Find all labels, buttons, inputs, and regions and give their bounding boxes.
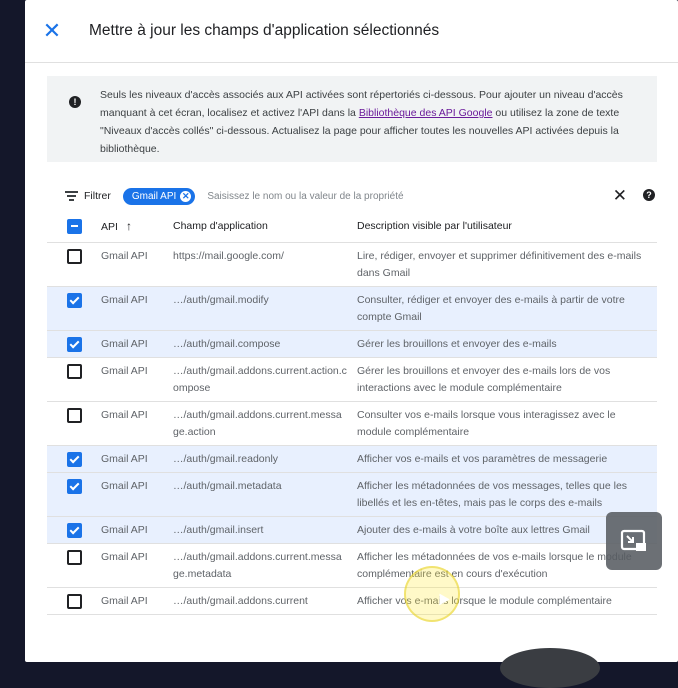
row-checkbox-cell <box>47 446 101 467</box>
column-header-api-label: API <box>101 221 118 233</box>
close-icon[interactable]: ✕ <box>39 18 65 44</box>
description-cell: Afficher vos e-mails et vos paramètres d… <box>357 453 608 465</box>
table-row[interactable]: Gmail API …/auth/gmail.addons.current.mes… <box>47 544 657 588</box>
picture-in-picture-icon <box>620 529 646 551</box>
scope-cell: …/auth/gmail.addons.current.action.compo… <box>173 365 347 394</box>
scope-cell: …/auth/gmail.compose <box>173 338 281 350</box>
row-checkbox[interactable] <box>66 550 82 565</box>
picture-in-picture-button[interactable] <box>606 512 662 570</box>
row-checkbox[interactable] <box>66 364 82 379</box>
info-banner: ! Seuls les niveaux d'accès associés aux… <box>47 76 657 162</box>
table-row[interactable]: Gmail API …/auth/gmail.addons.current.act… <box>47 358 657 402</box>
scope-cell: …/auth/gmail.addons.current.message.acti… <box>173 409 342 438</box>
api-cell: Gmail API <box>101 595 148 607</box>
info-icon: ! <box>69 96 81 108</box>
table-row[interactable]: Gmail API …/auth/gmail.modify Consulter, r… <box>47 287 657 331</box>
dialog-panel: ✕ Mettre à jour les champs d'application… <box>25 0 678 662</box>
api-library-link[interactable]: Bibliothèque des API Google <box>359 107 493 119</box>
table-row[interactable]: Gmail API https://mail.google.com/Lire, r… <box>47 243 657 287</box>
row-checkbox[interactable] <box>66 452 82 467</box>
row-checkbox-cell <box>47 358 101 379</box>
row-checkbox-cell <box>47 243 101 264</box>
dialog-title: Mettre à jour les champs d'application s… <box>89 22 440 39</box>
api-cell: Gmail API <box>101 409 148 421</box>
row-checkbox[interactable] <box>66 408 82 423</box>
row-checkbox-cell <box>47 517 101 538</box>
table-row[interactable]: Gmail API …/auth/gmail.insert Ajouter des … <box>47 517 657 544</box>
description-cell: Gérer les brouillons et envoyer des e-ma… <box>357 365 611 394</box>
select-all-checkbox[interactable] <box>66 218 82 234</box>
dialog-header: ✕ Mettre à jour les champs d'application… <box>25 0 678 63</box>
info-text: Seuls les niveaux d'accès associés aux A… <box>100 86 640 162</box>
api-cell: Gmail API <box>101 480 148 492</box>
table-row[interactable]: Gmail API …/auth/gmail.addons.current Affi… <box>47 588 657 615</box>
help-icon[interactable]: ? <box>643 189 655 201</box>
filter-chip-label: Gmail API <box>131 190 177 202</box>
row-checkbox-cell <box>47 473 101 494</box>
clear-filter-icon[interactable]: ✕ <box>613 187 627 204</box>
scope-cell: https://mail.google.com/ <box>173 250 284 262</box>
description-cell: Consulter vos e-mails lorsque vous inter… <box>357 409 616 438</box>
api-cell: Gmail API <box>101 524 148 536</box>
scope-cell: …/auth/gmail.addons.current.message.meta… <box>173 551 342 580</box>
description-cell: Afficher vos e-mails lorsque le module c… <box>357 595 612 607</box>
filter-label: Filtrer <box>84 190 111 202</box>
filter-bar: Filtrer Gmail API ✕ ✕ ? <box>47 182 657 210</box>
header-checkbox-cell <box>47 218 101 234</box>
column-header-description: Description visible par l'utilisateur <box>357 220 512 232</box>
filter-chip-gmail-api[interactable]: Gmail API ✕ <box>122 187 196 205</box>
scope-cell: …/auth/gmail.addons.current <box>173 595 308 607</box>
api-cell: Gmail API <box>101 365 148 377</box>
table-row[interactable]: Gmail API …/auth/gmail.metadata Afficher l… <box>47 473 657 517</box>
description-cell: Lire, rédiger, envoyer et supprimer défi… <box>357 250 642 279</box>
table-header: API ↑ Champ d'application Description vis… <box>47 210 657 243</box>
row-checkbox-cell <box>47 544 101 565</box>
description-cell: Gérer les brouillons et envoyer des e-ma… <box>357 338 557 350</box>
column-header-scope: Champ d'application <box>173 220 268 232</box>
column-header-api[interactable]: API ↑ <box>101 219 173 233</box>
scope-cell: …/auth/gmail.modify <box>173 294 269 306</box>
description-cell: Consulter, rédiger et envoyer des e-mail… <box>357 294 625 323</box>
row-checkbox-cell <box>47 402 101 423</box>
sort-arrow-icon[interactable]: ↑ <box>126 219 132 233</box>
scopes-table: API ↑ Champ d'application Description vis… <box>47 210 657 615</box>
scope-cell: …/auth/gmail.insert <box>173 524 264 536</box>
row-checkbox-cell <box>47 287 101 308</box>
filter-input[interactable] <box>205 189 450 203</box>
api-cell: Gmail API <box>101 338 148 350</box>
row-checkbox-cell <box>47 331 101 352</box>
table-row[interactable]: Gmail API …/auth/gmail.compose Gérer les b… <box>47 331 657 358</box>
table-body: Gmail API https://mail.google.com/Lire, r… <box>47 243 657 615</box>
api-cell: Gmail API <box>101 453 148 465</box>
row-checkbox[interactable] <box>66 249 82 264</box>
row-checkbox[interactable] <box>66 337 82 352</box>
row-checkbox[interactable] <box>66 594 82 609</box>
chip-close-icon[interactable]: ✕ <box>180 190 192 202</box>
row-checkbox-cell <box>47 588 101 609</box>
description-cell: Afficher les métadonnées de vos messages… <box>357 480 628 509</box>
filter-icon[interactable] <box>65 191 78 201</box>
row-checkbox[interactable] <box>66 479 82 494</box>
cursor-highlight <box>404 566 460 622</box>
api-cell: Gmail API <box>101 551 148 563</box>
row-checkbox[interactable] <box>66 293 82 308</box>
overlay-shadow <box>500 648 600 688</box>
table-row[interactable]: Gmail API …/auth/gmail.readonly Afficher v… <box>47 446 657 473</box>
table-row[interactable]: Gmail API …/auth/gmail.addons.current.mes… <box>47 402 657 446</box>
scope-cell: …/auth/gmail.readonly <box>173 453 279 465</box>
api-cell: Gmail API <box>101 294 148 306</box>
api-cell: Gmail API <box>101 250 148 262</box>
row-checkbox[interactable] <box>66 523 82 538</box>
scope-cell: …/auth/gmail.metadata <box>173 480 282 492</box>
